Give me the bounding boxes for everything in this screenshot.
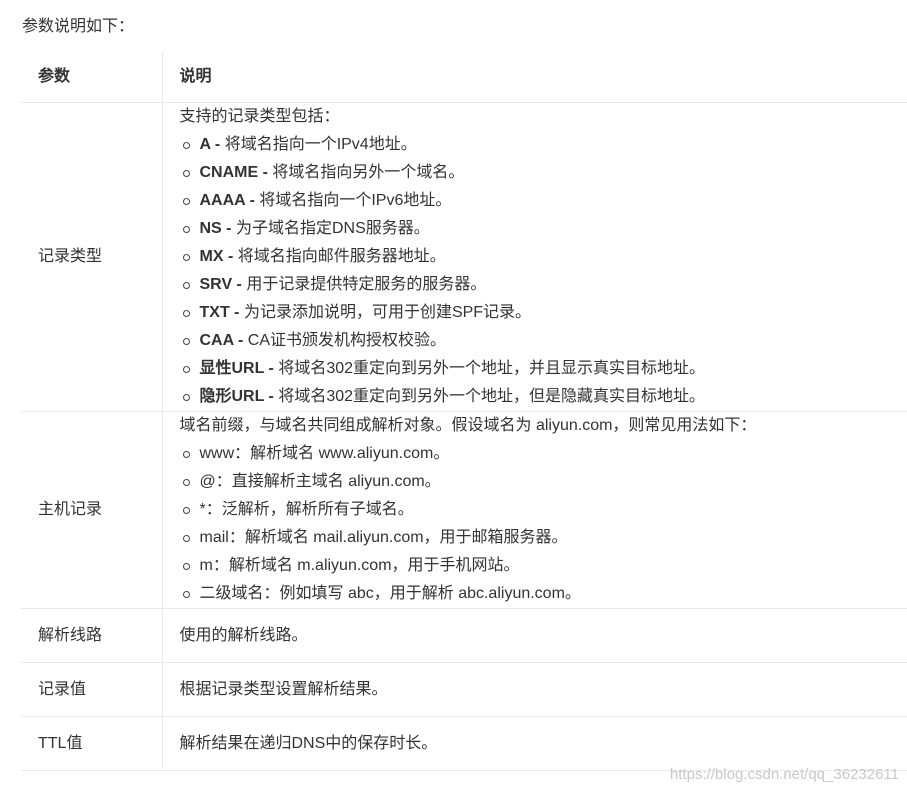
- watermark: https://blog.csdn.net/qq_36232611: [669, 766, 899, 783]
- table-row-record-type: 记录类型 支持的记录类型包括： A - 将域名指向一个IPv4地址。 CNAME…: [21, 102, 907, 412]
- table-row-line: 解析线路 使用的解析线路。: [21, 608, 907, 663]
- params-table: 参数 说明 记录类型 支持的记录类型包括： A - 将域名指向一个IPv4地址。…: [21, 52, 907, 771]
- record-type-lead: 支持的记录类型包括：: [179, 108, 340, 125]
- list-item: NS - 为子域名指定DNS服务器。: [180, 215, 891, 243]
- list-item: CAA - CA证书颁发机构授权校验。: [180, 327, 891, 355]
- param-value: 记录值: [21, 662, 163, 717]
- header-param: 参数: [21, 52, 163, 103]
- param-host-record: 主机记录: [21, 411, 163, 609]
- table-row-host-record: 主机记录 域名前缀，与域名共同组成解析对象。假设域名为 aliyun.com，则…: [21, 411, 907, 609]
- param-line: 解析线路: [21, 608, 163, 663]
- host-record-list: www：解析域名 www.aliyun.com。 @：直接解析主域名 aliyu…: [180, 440, 891, 608]
- intro-text: 参数说明如下：: [22, 18, 135, 35]
- desc-host-record: 域名前缀，与域名共同组成解析对象。假设域名为 aliyun.com，则常见用法如…: [162, 411, 907, 609]
- host-record-lead: 域名前缀，与域名共同组成解析对象。假设域名为 aliyun.com，则常见用法如…: [179, 417, 757, 434]
- header-desc: 说明: [162, 52, 907, 103]
- list-item: AAAA - 将域名指向一个IPv6地址。: [180, 187, 891, 215]
- list-item: 隐形URL - 将域名302重定向到另外一个地址，但是隐藏真实目标地址。: [180, 383, 891, 411]
- desc-ttl: 解析结果在递归DNS中的保存时长。: [162, 716, 907, 771]
- param-record-type: 记录类型: [21, 102, 163, 412]
- list-item: 二级域名：例如填写 abc，用于解析 abc.aliyun.com。: [180, 580, 891, 608]
- list-item: www：解析域名 www.aliyun.com。: [180, 440, 891, 468]
- list-item: A - 将域名指向一个IPv4地址。: [180, 131, 891, 159]
- list-item: SRV - 用于记录提供特定服务的服务器。: [180, 271, 891, 299]
- list-item: TXT - 为记录添加说明，可用于创建SPF记录。: [180, 299, 891, 327]
- table-header-row: 参数 说明: [21, 52, 907, 103]
- list-item: MX - 将域名指向邮件服务器地址。: [180, 243, 891, 271]
- list-item: *：泛解析，解析所有子域名。: [180, 496, 891, 524]
- desc-value: 根据记录类型设置解析结果。: [162, 662, 907, 717]
- list-item: @：直接解析主域名 aliyun.com。: [180, 468, 891, 496]
- table-row-ttl: TTL值 解析结果在递归DNS中的保存时长。: [21, 716, 907, 771]
- list-item: 显性URL - 将域名302重定向到另外一个地址，并且显示真实目标地址。: [180, 355, 891, 383]
- param-ttl: TTL值: [21, 716, 163, 771]
- record-type-list: A - 将域名指向一个IPv4地址。 CNAME - 将域名指向另外一个域名。 …: [180, 131, 891, 411]
- list-item: CNAME - 将域名指向另外一个域名。: [180, 159, 891, 187]
- list-item: m：解析域名 m.aliyun.com，用于手机网站。: [180, 552, 891, 580]
- desc-record-type: 支持的记录类型包括： A - 将域名指向一个IPv4地址。 CNAME - 将域…: [162, 102, 907, 412]
- desc-line: 使用的解析线路。: [162, 608, 907, 663]
- list-item: mail：解析域名 mail.aliyun.com，用于邮箱服务器。: [180, 524, 891, 552]
- table-row-value: 记录值 根据记录类型设置解析结果。: [21, 662, 907, 717]
